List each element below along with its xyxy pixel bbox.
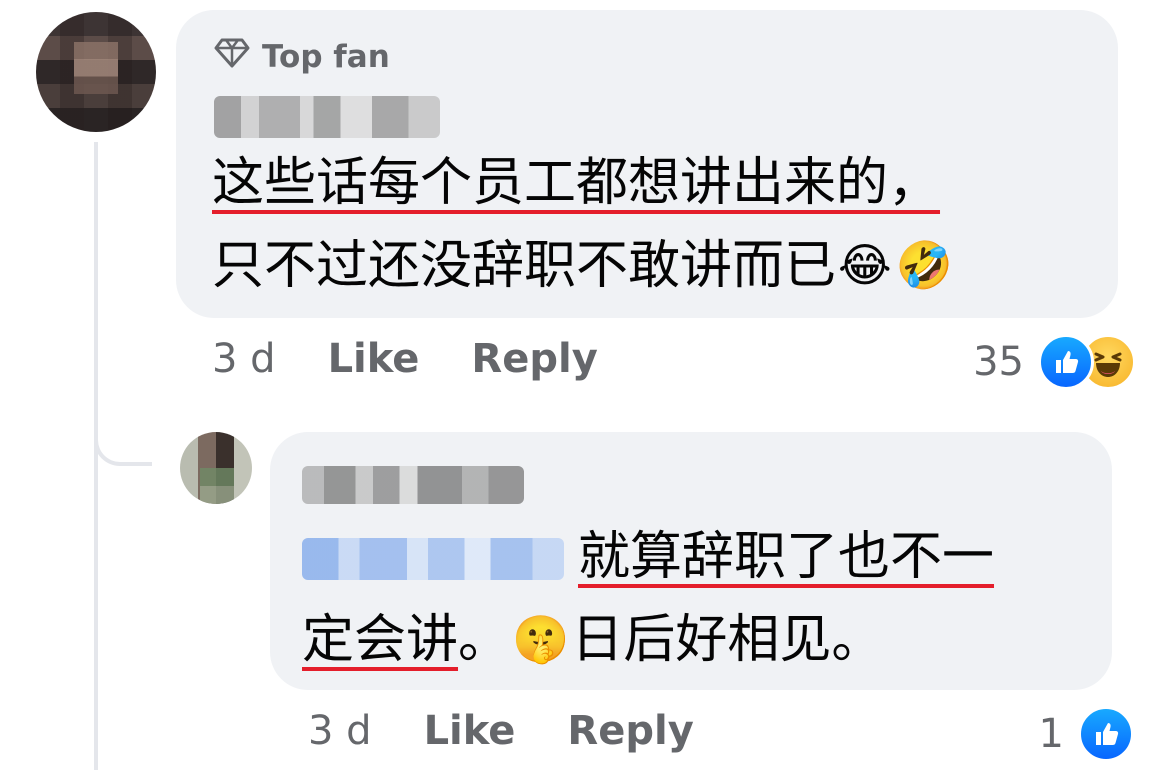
- replier-avatar[interactable]: [180, 432, 252, 504]
- like-button[interactable]: Like: [328, 336, 420, 382]
- comment-timestamp[interactable]: 3 d: [212, 336, 276, 382]
- reply-timestamp[interactable]: 3 d: [308, 708, 372, 754]
- thread-connector: [94, 400, 152, 466]
- badge-label: Top fan: [262, 39, 390, 75]
- reply-text-underlined: 定会讲: [302, 610, 459, 670]
- diamond-icon: [214, 38, 250, 76]
- replier-name[interactable]: [302, 466, 524, 504]
- reaction-count: 35: [973, 339, 1024, 385]
- mention-tag[interactable]: [302, 538, 564, 580]
- top-fan-badge: Top fan: [214, 38, 390, 76]
- like-icon: [1038, 334, 1094, 390]
- reply-text-line-2: 日后好相见。: [571, 610, 884, 670]
- reply-text-period: 。: [458, 610, 511, 670]
- commenter-name[interactable]: [214, 96, 440, 138]
- reply-text-line-1: 就算辞职了也不一: [578, 527, 995, 587]
- commenter-avatar[interactable]: [36, 12, 156, 132]
- reply-button[interactable]: Reply: [471, 336, 597, 382]
- like-button[interactable]: Like: [424, 708, 516, 754]
- reaction-count: 1: [1038, 711, 1064, 757]
- like-icon: [1078, 706, 1134, 762]
- comment-text-line-2: 只不过还没辞职不敢讲而已: [212, 236, 837, 296]
- reply-text: 就算辞职了也不一 定会讲。🤫日后好相见。: [302, 516, 994, 681]
- thread-line: [94, 142, 98, 770]
- comment-reactions[interactable]: 35: [973, 334, 1136, 390]
- rolling-laughing-emoji: 🤣: [895, 238, 954, 292]
- comment-text-line-1: 这些话每个员工都想讲出来的，: [212, 153, 941, 213]
- reply-actions: 3 d Like Reply: [308, 708, 746, 754]
- reply-reactions[interactable]: 1: [1039, 706, 1134, 762]
- shushing-face-emoji: 🤫: [512, 612, 570, 666]
- tears-of-joy-emoji: 😂: [838, 238, 892, 292]
- comment-bubble: Top fan 这些话每个员工都想讲出来的， 只不过还没辞职不敢讲而已😂🤣: [176, 10, 1118, 318]
- comment-text: 这些话每个员工都想讲出来的， 只不过还没辞职不敢讲而已😂🤣: [212, 142, 955, 307]
- comment-actions: 3 d Like Reply: [212, 336, 650, 382]
- reply-button[interactable]: Reply: [567, 708, 693, 754]
- reply-bubble: 就算辞职了也不一 定会讲。🤫日后好相见。: [270, 432, 1112, 690]
